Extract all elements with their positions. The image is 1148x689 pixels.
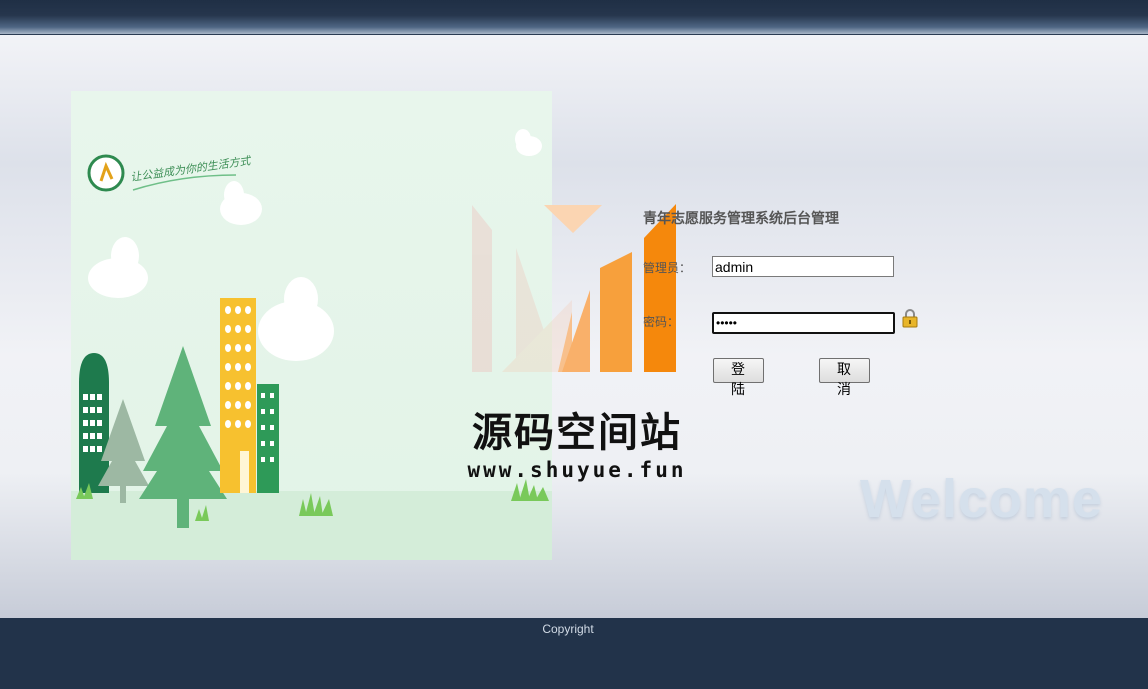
password-input[interactable] — [712, 312, 895, 334]
hand-heart-logo-icon — [87, 154, 125, 192]
password-label: 密码： — [643, 315, 680, 329]
top-header-bar — [0, 0, 1148, 35]
username-input[interactable] — [712, 256, 894, 277]
cancel-button[interactable]: 取 消 — [819, 358, 870, 398]
footer-bar: Copyright — [0, 618, 1148, 689]
volunteer-illustration: 让公益成为你的生活方式 — [71, 91, 552, 560]
lock-icon — [902, 309, 918, 328]
system-title: 青年志愿服务管理系统后台管理 — [643, 211, 839, 227]
copyright-text: Copyright — [542, 622, 594, 636]
username-label: 管理员： — [643, 261, 692, 275]
welcome-text: Welcome — [860, 469, 1104, 529]
login-button[interactable]: 登 陆 — [713, 358, 764, 398]
